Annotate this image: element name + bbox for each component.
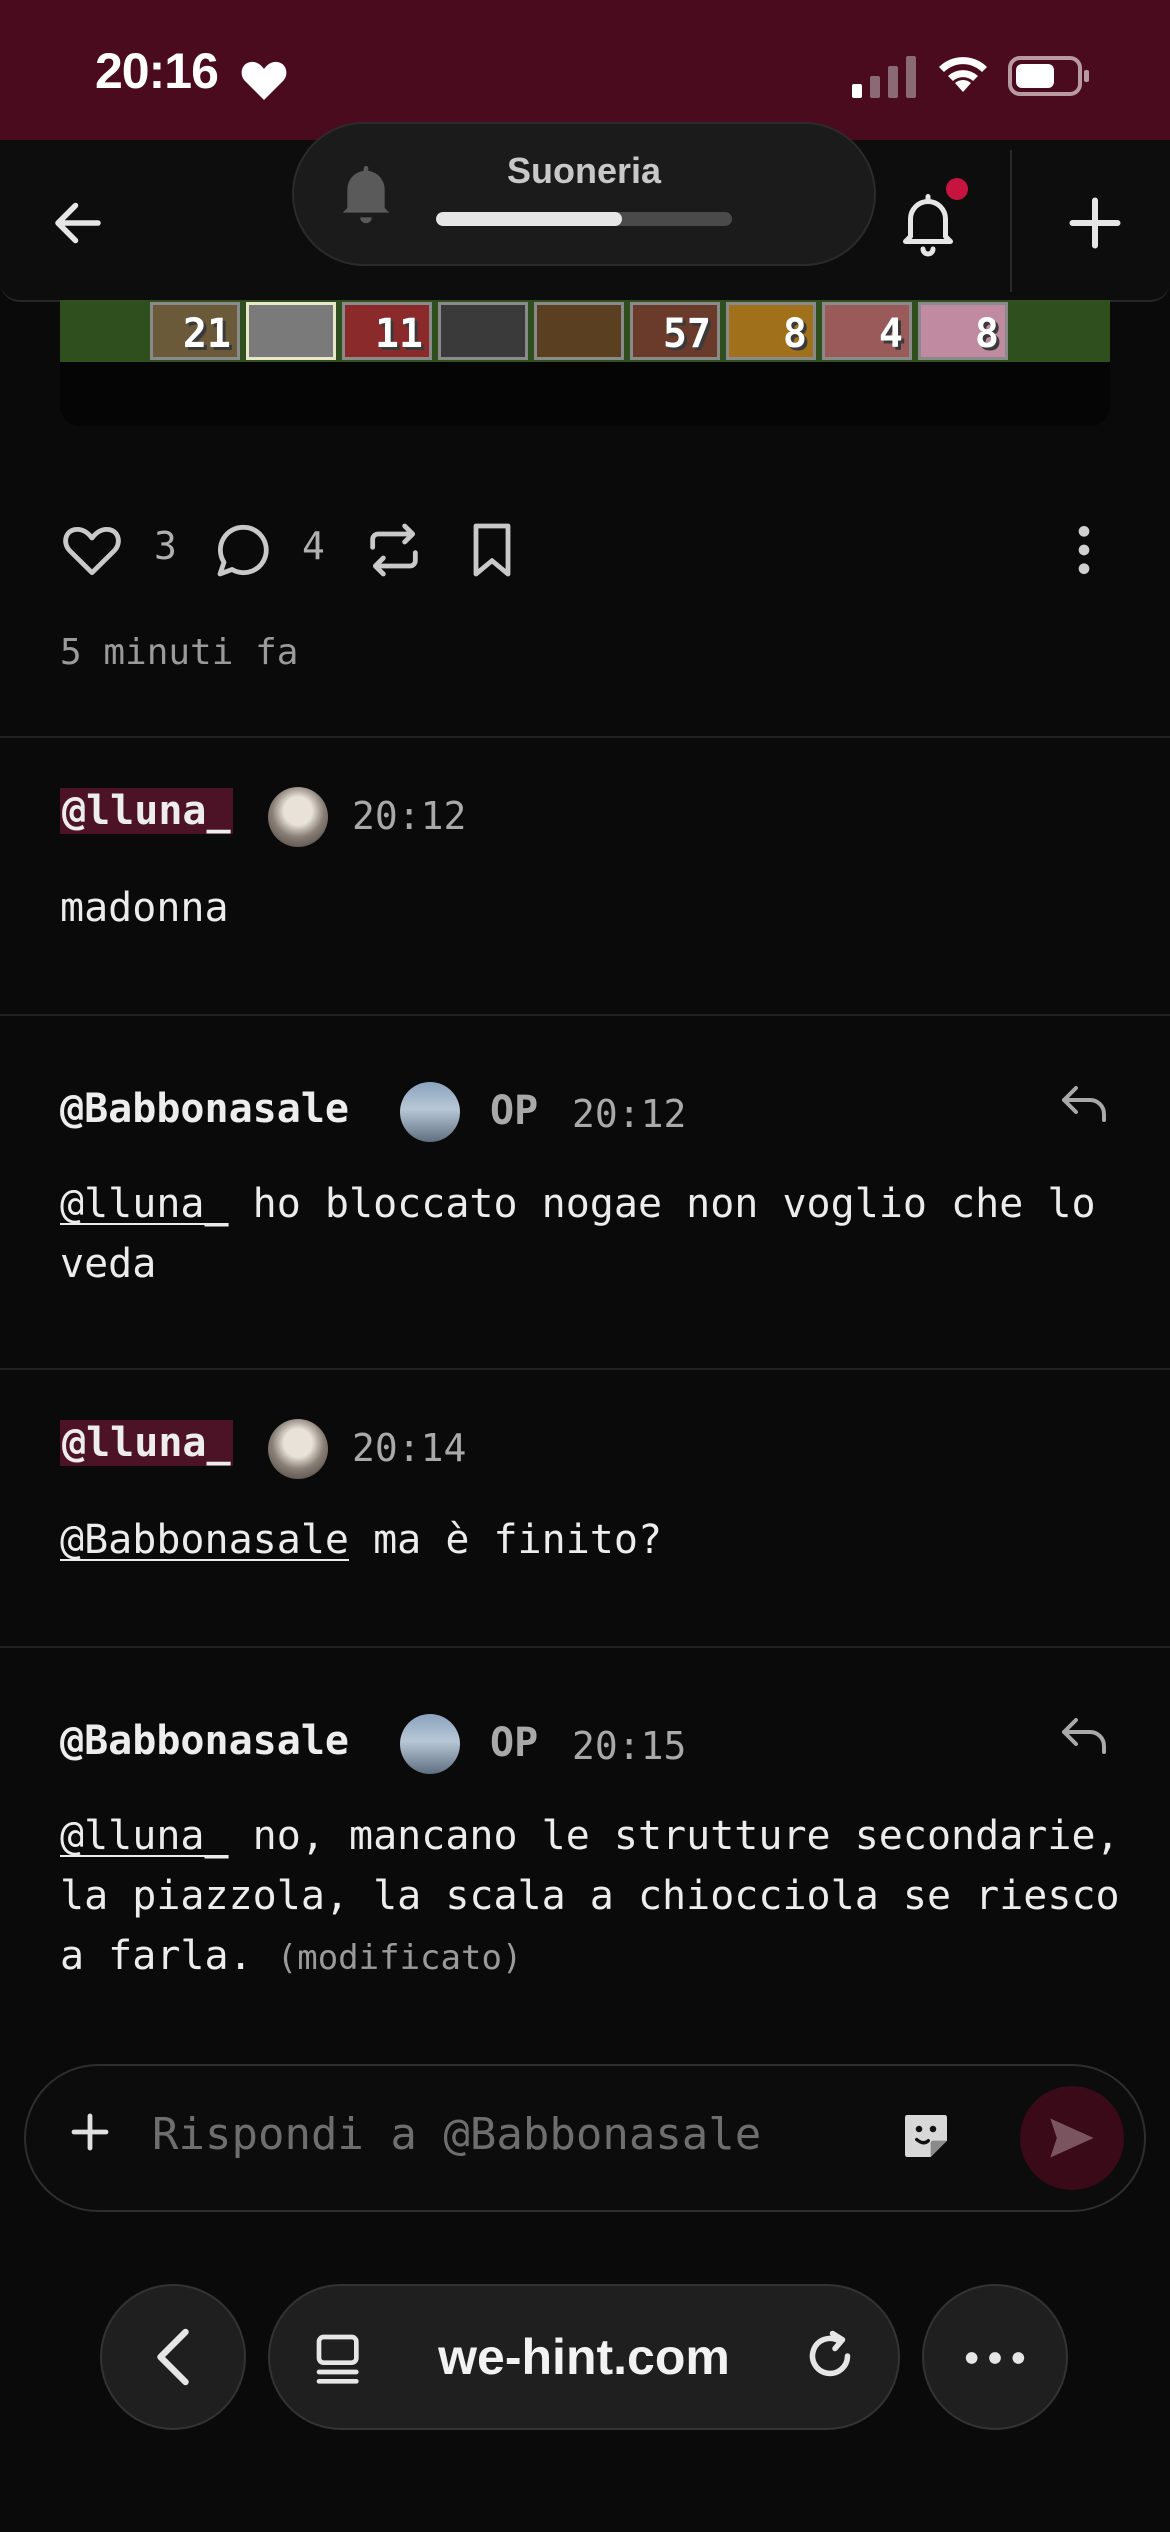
comment-mention[interactable]: @lluna_ xyxy=(60,1813,229,1859)
comment: @Babbonasale xyxy=(60,1718,349,1764)
divider xyxy=(0,1646,1170,1648)
comment-body: ma è finito? xyxy=(348,1517,663,1563)
more-vertical-icon[interactable] xyxy=(1052,518,1116,582)
cellular-signal-icon xyxy=(852,56,916,98)
sticker-icon[interactable] xyxy=(898,2108,954,2164)
comment-username[interactable]: @lluna_ xyxy=(60,1420,233,1466)
arrow-left-icon[interactable] xyxy=(48,193,108,253)
comment-text: @lluna_ no, mancano le strutture seconda… xyxy=(60,1806,1140,1988)
notification-dot xyxy=(946,178,968,200)
reply-icon[interactable] xyxy=(1058,1082,1110,1126)
plus-icon[interactable] xyxy=(66,2108,114,2156)
comment-time: 20:15 xyxy=(572,1724,687,1768)
comment: @Babbonasale xyxy=(60,1086,349,1132)
op-badge: OP xyxy=(490,1720,539,1766)
new-post-plus-icon[interactable] xyxy=(1065,193,1125,253)
hotbar-slot: 8 xyxy=(726,302,816,360)
heart-icon xyxy=(241,61,287,100)
hotbar-slot xyxy=(438,302,528,360)
heart-outline-icon[interactable] xyxy=(60,518,124,582)
repost-icon[interactable] xyxy=(362,518,426,582)
hotbar-slot: 11 xyxy=(342,302,432,360)
comment-text: @lluna_ ho bloccato nogae non voglio che… xyxy=(60,1174,1130,1294)
chevron-left-icon[interactable] xyxy=(148,2327,198,2387)
header-divider xyxy=(1010,150,1012,292)
hotbar-slot: 8 xyxy=(918,302,1008,360)
avatar[interactable] xyxy=(400,1714,460,1774)
comment: @lluna_ xyxy=(60,1420,233,1466)
bookmark-icon[interactable] xyxy=(460,518,524,582)
hotbar-slot: 57 xyxy=(630,302,720,360)
send-icon[interactable] xyxy=(1046,2114,1098,2162)
hotbar-slot xyxy=(246,302,336,360)
edited-label: (modificato) xyxy=(276,1938,523,1978)
post-image[interactable]: 21 11 57 8 4 8 xyxy=(60,300,1110,426)
more-horizontal-icon[interactable] xyxy=(960,2338,1030,2378)
comment-time: 20:12 xyxy=(352,794,467,838)
comment: @lluna_ xyxy=(60,788,233,834)
reload-icon[interactable] xyxy=(800,2326,860,2386)
hotbar-slot: 21 xyxy=(150,302,240,360)
comment-bubble-icon[interactable] xyxy=(212,518,276,582)
volume-bar xyxy=(436,212,732,226)
wifi-icon xyxy=(939,57,987,92)
comment-mention[interactable]: @Babbonasale xyxy=(60,1517,349,1563)
battery-icon xyxy=(1008,56,1089,96)
avatar[interactable] xyxy=(268,787,328,847)
op-badge: OP xyxy=(490,1088,539,1134)
post-timestamp: 5 minuti fa xyxy=(60,632,299,673)
like-count: 3 xyxy=(154,524,177,568)
divider xyxy=(0,1368,1170,1370)
volume-bar-fill xyxy=(436,212,623,226)
comment-username[interactable]: @Babbonasale xyxy=(60,1086,349,1132)
status-time: 20:16 xyxy=(95,43,219,99)
comment-username[interactable]: @lluna_ xyxy=(60,788,233,834)
divider xyxy=(0,1014,1170,1016)
comment-count: 4 xyxy=(302,524,325,568)
comment-mention[interactable]: @lluna_ xyxy=(60,1181,229,1227)
comment-text: madonna xyxy=(60,885,229,931)
volume-label: Suoneria xyxy=(506,150,662,191)
divider xyxy=(0,736,1170,738)
comment-username[interactable]: @Babbonasale xyxy=(60,1718,349,1764)
avatar[interactable] xyxy=(400,1082,460,1142)
comment-time: 20:12 xyxy=(572,1092,687,1136)
avatar[interactable] xyxy=(268,1419,328,1479)
comment-time: 20:14 xyxy=(352,1426,467,1470)
image-hotbar: 21 11 57 8 4 8 xyxy=(60,300,1110,362)
hotbar-slot: 4 xyxy=(822,302,912,360)
reply-icon[interactable] xyxy=(1058,1714,1110,1758)
bell-icon[interactable] xyxy=(898,188,958,260)
hotbar-slot xyxy=(534,302,624,360)
comment-text: @Babbonasale ma è finito? xyxy=(60,1510,662,1570)
reply-input[interactable] xyxy=(152,2104,872,2164)
bell-icon xyxy=(342,166,390,224)
